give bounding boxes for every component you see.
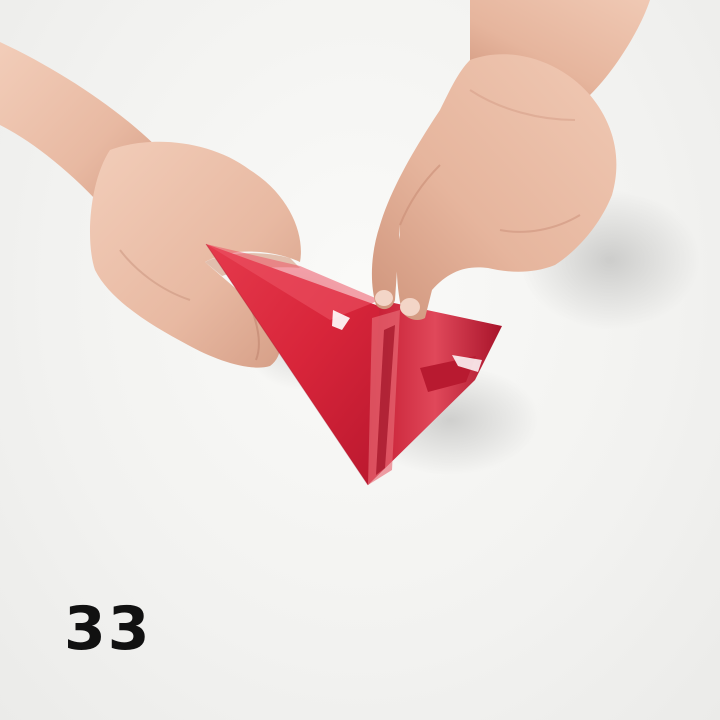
- photo-scene: 33: [0, 0, 720, 720]
- step-number: 33: [64, 594, 152, 664]
